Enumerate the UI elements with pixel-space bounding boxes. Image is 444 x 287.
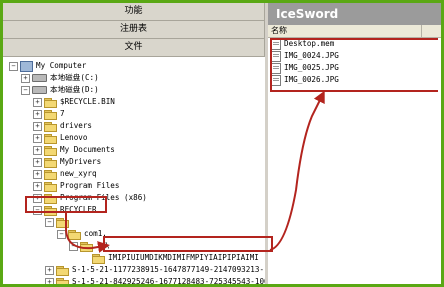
tree-node-label: 7 bbox=[60, 109, 65, 118]
folder-icon bbox=[92, 253, 105, 264]
tree-node[interactable]: − 本地磁盘(D:) bbox=[21, 84, 99, 96]
tree-node-label: My Computer bbox=[36, 61, 87, 70]
file-list-highlight-box bbox=[270, 38, 438, 92]
expand-icon[interactable]: + bbox=[33, 121, 42, 131]
expand-icon[interactable]: + bbox=[33, 97, 42, 107]
drive-icon bbox=[32, 74, 47, 82]
tree-node-label: drivers bbox=[60, 121, 93, 130]
expand-icon[interactable]: + bbox=[33, 157, 42, 167]
expand-icon[interactable]: + bbox=[33, 181, 42, 191]
tree-node[interactable]: + $RECYCLE.BIN bbox=[33, 96, 115, 108]
tree-node[interactable]: + MyDrivers bbox=[33, 156, 101, 168]
tree-node[interactable]: − com1. bbox=[57, 228, 107, 240]
folder-icon bbox=[44, 157, 57, 168]
tree-node[interactable]: + 本地磁盘(C:) bbox=[21, 72, 99, 84]
collapse-icon[interactable]: − bbox=[57, 229, 66, 239]
tree-node-label: S-1-5-21-1177238915-1647877149-214709321… bbox=[72, 265, 265, 274]
expand-icon[interactable]: + bbox=[45, 265, 54, 275]
tree-node[interactable]: IMIPIUIUMDIKMDIMIFMPIYIAIPIPIAIMI bbox=[81, 252, 259, 264]
tree-node[interactable]: + S-1-5-21-1177238915-1647877149-21470932… bbox=[45, 264, 264, 276]
folder-icon bbox=[44, 181, 57, 192]
folder-icon bbox=[44, 169, 57, 180]
window-title: IceSword bbox=[268, 3, 441, 25]
recycler-highlight-box bbox=[25, 196, 107, 213]
folder-icon bbox=[44, 109, 57, 120]
file-tree: − My Computer + 本地磁盘(C:) − 本地磁盘(D:) + $RECYCLE.… bbox=[3, 57, 265, 287]
collapse-icon[interactable]: − bbox=[9, 61, 18, 71]
tree-node[interactable]: + Program Files bbox=[33, 180, 119, 192]
tree-node[interactable]: + S-1-5-21-842925246-1677128483-725345543… bbox=[45, 276, 265, 287]
tree-node-label: 本地磁盘(C:) bbox=[50, 73, 99, 82]
expand-icon[interactable]: + bbox=[33, 169, 42, 179]
collapse-icon[interactable]: − bbox=[69, 241, 78, 251]
tree-node[interactable]: − My Computer bbox=[9, 60, 86, 72]
expand-icon[interactable]: + bbox=[45, 277, 54, 287]
expand-icon[interactable]: + bbox=[33, 145, 42, 155]
tree-node-label: Program Files bbox=[60, 181, 120, 190]
folder-icon bbox=[56, 217, 69, 228]
folder-icon bbox=[56, 277, 69, 287]
tree-node[interactable]: + new_xyrq bbox=[33, 168, 97, 180]
folder-icon bbox=[56, 265, 69, 276]
tree-node[interactable]: − bbox=[45, 216, 72, 228]
expand-icon[interactable]: + bbox=[33, 109, 42, 119]
folder-icon bbox=[44, 121, 57, 132]
tree-node[interactable]: + drivers bbox=[33, 120, 92, 132]
tree-node[interactable]: +7 bbox=[33, 108, 65, 120]
function-button[interactable]: 功能 bbox=[3, 3, 265, 21]
tree-node[interactable]: + My Documents bbox=[33, 144, 115, 156]
tree-node-label: S-1-5-21-842925246-1677128483-725345543-… bbox=[72, 277, 265, 286]
tree-node-label: 本地磁盘(D:) bbox=[50, 85, 99, 94]
registry-button[interactable]: 注册表 bbox=[3, 21, 265, 39]
expand-icon[interactable]: + bbox=[21, 73, 30, 83]
tree-node-label: MyDrivers bbox=[60, 157, 102, 166]
list-column-header: 名称 bbox=[268, 25, 441, 38]
computer-icon bbox=[20, 60, 33, 72]
tree-node-label: $RECYCLE.BIN bbox=[60, 97, 115, 106]
folder-icon bbox=[80, 241, 93, 252]
folder-icon bbox=[44, 97, 57, 108]
collapse-icon[interactable]: − bbox=[45, 217, 54, 227]
folder-icon bbox=[44, 145, 57, 156]
expand-icon[interactable]: + bbox=[33, 133, 42, 143]
tree-node-label: My Documents bbox=[60, 145, 115, 154]
collapse-icon[interactable]: − bbox=[21, 85, 30, 95]
tree-node-label: IMIPIUIUMDIKMDIMIFMPIYIAIPIPIAIMI bbox=[108, 253, 259, 262]
tree-node-label: Lenovo bbox=[60, 133, 88, 142]
folder-icon bbox=[68, 229, 81, 240]
file-button[interactable]: 文件 bbox=[3, 39, 265, 57]
folder-icon bbox=[44, 133, 57, 144]
tree-node-label: new_xyrq bbox=[60, 169, 97, 178]
tree-node[interactable]: + Lenovo bbox=[33, 132, 87, 144]
column-name-header[interactable]: 名称 bbox=[271, 25, 422, 37]
hidden-folder-highlight-box bbox=[103, 236, 273, 252]
drive-icon bbox=[32, 86, 47, 94]
